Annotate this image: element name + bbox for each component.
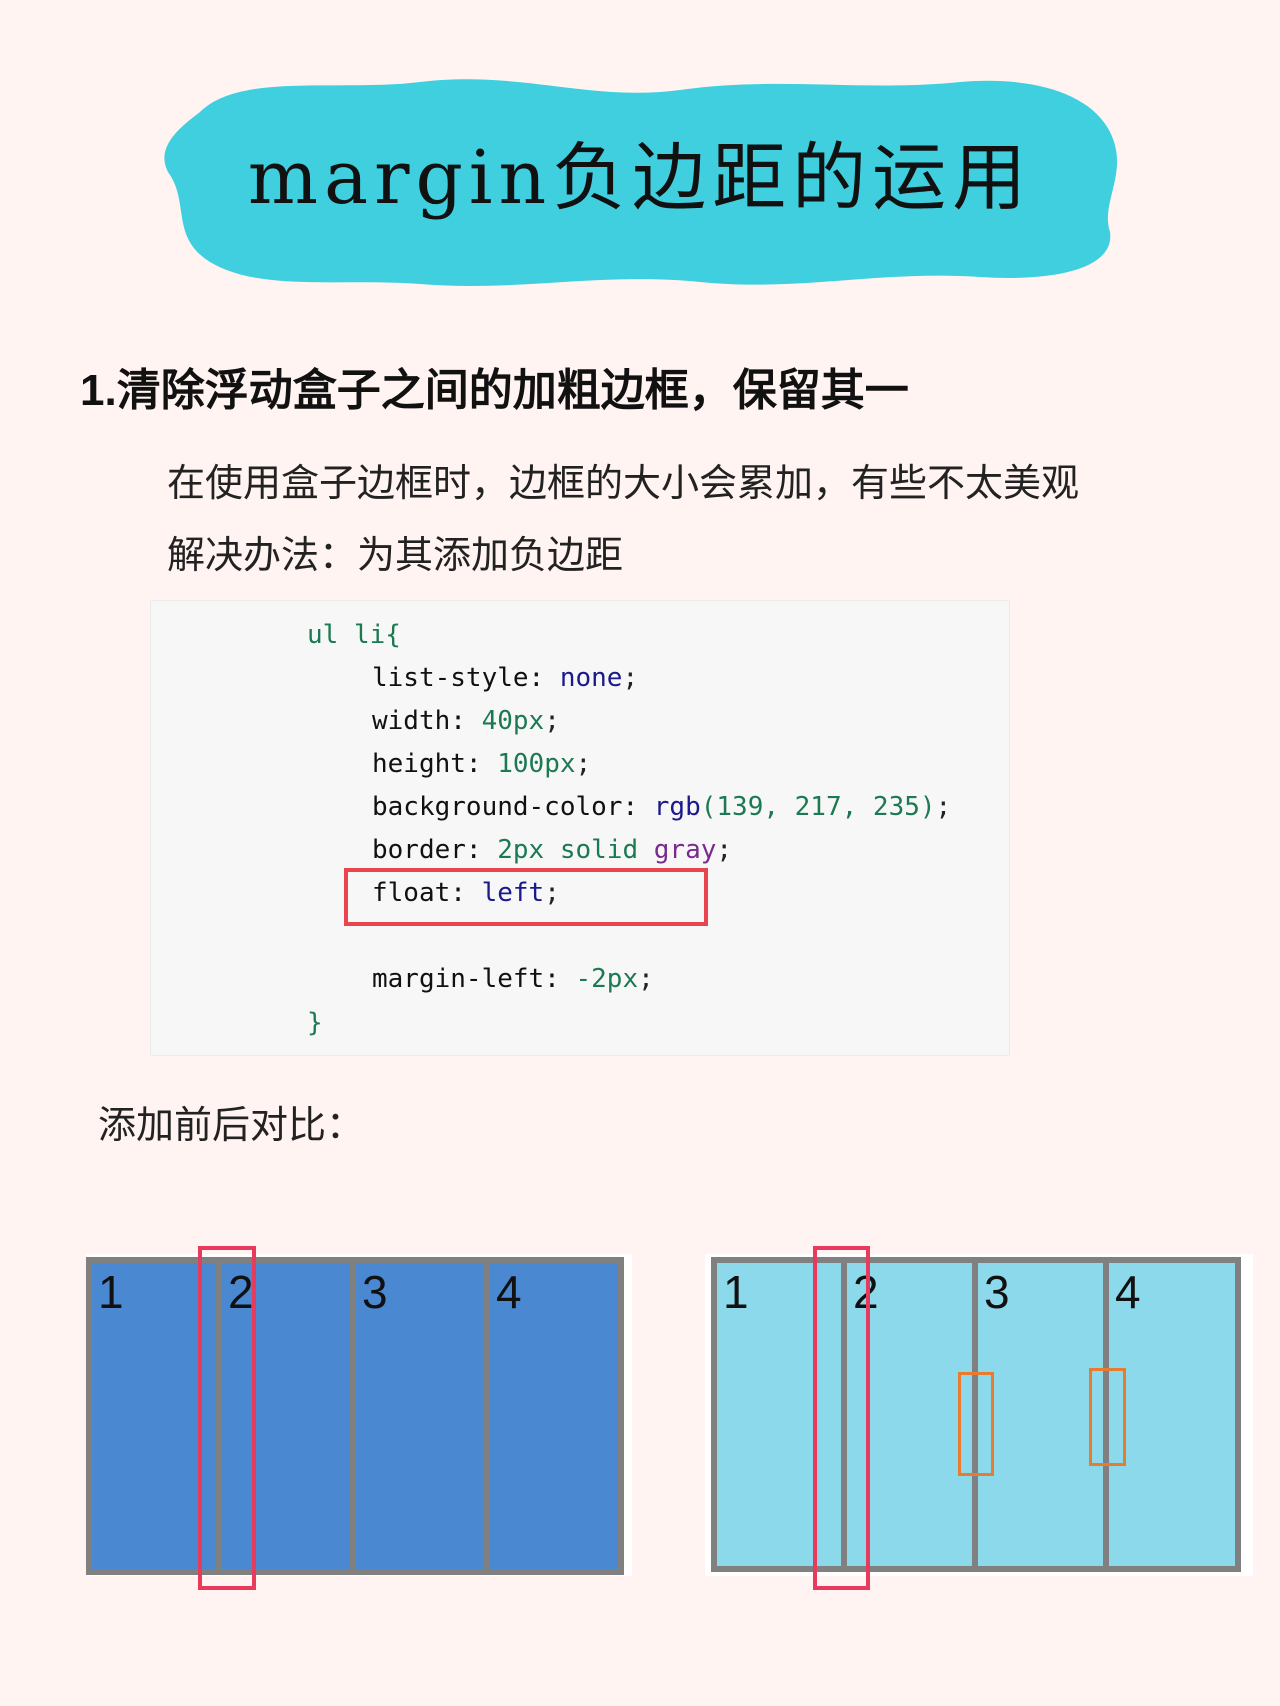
- code-prop: list-style:: [372, 663, 545, 693]
- paragraph-2: 解决办法：为其添加负边距: [167, 535, 624, 577]
- after-box-number: 4: [1115, 1266, 1141, 1318]
- before-box-number: 4: [496, 1266, 522, 1318]
- code-value: none: [544, 663, 623, 693]
- after-box-number: 3: [984, 1266, 1010, 1318]
- section-heading: 1.清除浮动盒子之间的加粗边框，保留其一: [80, 366, 909, 415]
- before-box-4: 4: [484, 1257, 624, 1575]
- code-prop: background-color:: [372, 792, 639, 822]
- after-border-highlight: [813, 1246, 870, 1590]
- code-semicolon: ;: [622, 663, 639, 693]
- before-border-highlight: [198, 1246, 256, 1590]
- code-line-margin-left: margin-left: -2px;: [372, 964, 654, 994]
- code-line-list-style: list-style: none;: [372, 663, 638, 693]
- code-selector: ul li{: [307, 620, 401, 650]
- code-close-brace: }: [307, 1008, 323, 1038]
- before-box-number: 3: [362, 1266, 388, 1318]
- code-semicolon: ;: [935, 792, 952, 822]
- code-line-background: background-color: rgb(139, 217, 235);: [372, 792, 951, 822]
- code-line-border: border: 2px solid gray;: [372, 835, 732, 865]
- compare-label: 添加前后对比：: [98, 1105, 365, 1147]
- before-box-number: 1: [98, 1266, 124, 1318]
- paragraph-1: 在使用盒子边框时，边框的大小会累加，有些不太美观: [167, 463, 1080, 505]
- code-line-height: height: 100px;: [372, 749, 591, 779]
- code-semicolon: ;: [638, 964, 654, 994]
- code-args: (139, 217, 235): [700, 792, 936, 822]
- code-value: 40px: [465, 706, 545, 736]
- code-value: 100px: [481, 749, 576, 779]
- code-prop: height:: [372, 749, 482, 779]
- code-prop: margin-left:: [372, 964, 560, 994]
- code-color: gray: [638, 835, 717, 865]
- code-semicolon: ;: [716, 835, 733, 865]
- code-semicolon: ;: [575, 749, 592, 779]
- float-highlight-box: [344, 868, 708, 926]
- code-value: 2px solid: [481, 835, 639, 865]
- page-title: margin负边距的运用: [247, 135, 1033, 221]
- code-prop: width:: [372, 706, 466, 736]
- after-border-mark-1: [958, 1372, 994, 1476]
- code-value: -2px: [559, 964, 639, 994]
- after-box-number: 1: [723, 1266, 749, 1318]
- code-fn: rgb: [638, 792, 701, 822]
- after-border-mark-2: [1089, 1368, 1126, 1466]
- code-line-width: width: 40px;: [372, 706, 560, 736]
- code-prop: border:: [372, 835, 482, 865]
- before-box-3: 3: [350, 1257, 490, 1575]
- code-semicolon: ;: [544, 706, 560, 736]
